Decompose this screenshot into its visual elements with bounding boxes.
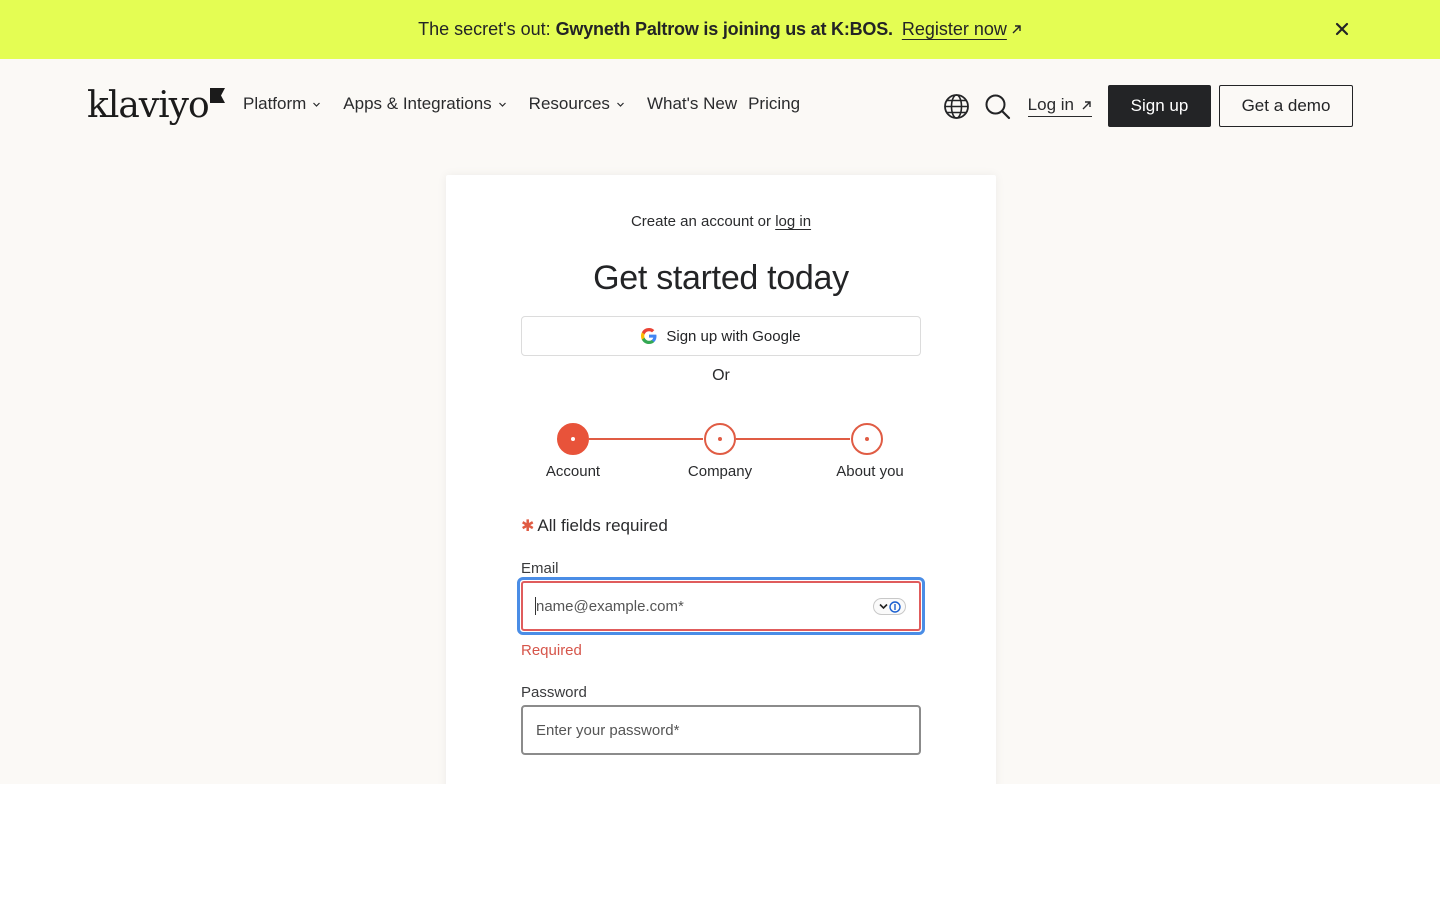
required-fields-text: All fields required	[537, 516, 668, 535]
get-demo-button[interactable]: Get a demo	[1219, 85, 1353, 127]
signup-card: Create an account or log in Get started …	[446, 175, 996, 784]
step-dot-center	[865, 437, 869, 441]
step-company-dot[interactable]	[704, 423, 736, 455]
globe-icon	[944, 93, 970, 119]
signup-stepper: Account Company About you	[521, 422, 921, 484]
email-label: Email	[521, 560, 559, 577]
register-now-label: Register now	[901, 19, 1007, 39]
step-about-you-label: About you	[836, 463, 904, 480]
promo-banner: The secret's out: Gwyneth Paltrow is joi…	[0, 0, 1440, 59]
nav-links: Platform Apps & Integrations Resources W…	[243, 94, 800, 114]
nav-item-apps-integrations[interactable]: Apps & Integrations	[343, 94, 506, 114]
chevron-down-icon	[878, 603, 888, 610]
step-about-you-dot[interactable]	[851, 423, 883, 455]
required-fields-note: ✱ All fields required	[521, 516, 668, 536]
email-focus-ring: name@example.com*	[517, 577, 925, 635]
google-signup-button[interactable]: Sign up with Google	[521, 316, 921, 356]
language-button[interactable]	[943, 92, 971, 120]
register-now-link[interactable]: Register now	[902, 19, 1022, 40]
google-icon	[641, 328, 657, 344]
nav-item-label: Resources	[528, 94, 610, 113]
email-field[interactable]: name@example.com*	[521, 581, 921, 631]
logo-flag-icon	[209, 88, 225, 103]
google-signup-label: Sign up with Google	[666, 327, 801, 345]
password-label: Password	[521, 684, 587, 701]
password-field[interactable]: Enter your password*	[521, 705, 921, 755]
banner-headline: Gwyneth Paltrow is joining us at K:BOS.	[555, 19, 893, 39]
password-placeholder: Enter your password*	[536, 721, 680, 739]
close-icon[interactable]	[1332, 19, 1352, 39]
search-icon	[985, 94, 1011, 119]
page-title: Get started today	[593, 259, 849, 297]
create-account-text: Create an account or	[630, 213, 772, 230]
step-connector	[589, 438, 703, 440]
password-manager-button[interactable]	[873, 598, 906, 615]
main-nav: klaviyo Platform Apps & Integrations Res…	[0, 59, 1440, 151]
nav-item-label: What's New	[646, 94, 738, 113]
email-placeholder: name@example.com*	[536, 597, 684, 615]
step-account-label: Account	[545, 463, 601, 480]
nav-item-pricing[interactable]: Pricing	[748, 94, 800, 114]
chevron-down-icon	[313, 102, 321, 107]
signup-button[interactable]: Sign up	[1108, 85, 1211, 127]
klaviyo-logo[interactable]: klaviyo	[87, 86, 225, 128]
step-dot-center	[718, 437, 722, 441]
step-company-label: Company	[687, 463, 753, 480]
chevron-down-icon	[617, 102, 624, 107]
chevron-down-icon	[498, 102, 506, 107]
nav-item-label: Platform	[243, 94, 307, 113]
page: The secret's out: Gwyneth Paltrow is joi…	[0, 0, 1440, 784]
nav-item-whats-new[interactable]: What's New	[647, 94, 737, 114]
required-asterisk-icon: ✱	[521, 518, 535, 535]
create-account-line: Create an account or log in	[446, 213, 996, 230]
external-arrow-icon	[1012, 25, 1021, 34]
password-manager-icon	[888, 600, 901, 613]
nav-item-label: Apps & Integrations	[343, 94, 492, 113]
logo-wordmark: klaviyo	[87, 85, 210, 126]
nav-item-label: Pricing	[748, 94, 801, 113]
nav-actions: Log in Sign up Get a demo	[943, 85, 1353, 127]
step-connector	[736, 438, 850, 440]
search-button[interactable]	[984, 92, 1012, 120]
step-dot-center	[571, 437, 575, 441]
nav-item-platform[interactable]: Platform	[243, 94, 321, 114]
login-label: Log in	[1027, 95, 1074, 114]
email-error: Required	[521, 642, 582, 659]
login-link[interactable]: Log in	[1027, 95, 1092, 117]
banner-lead: The secret's out:	[418, 19, 551, 39]
external-arrow-icon	[1082, 100, 1091, 109]
nav-item-resources[interactable]: Resources	[529, 94, 625, 114]
step-account-dot[interactable]	[557, 423, 589, 455]
card-login-link[interactable]: log in	[775, 213, 811, 230]
or-divider: Or	[712, 367, 730, 384]
